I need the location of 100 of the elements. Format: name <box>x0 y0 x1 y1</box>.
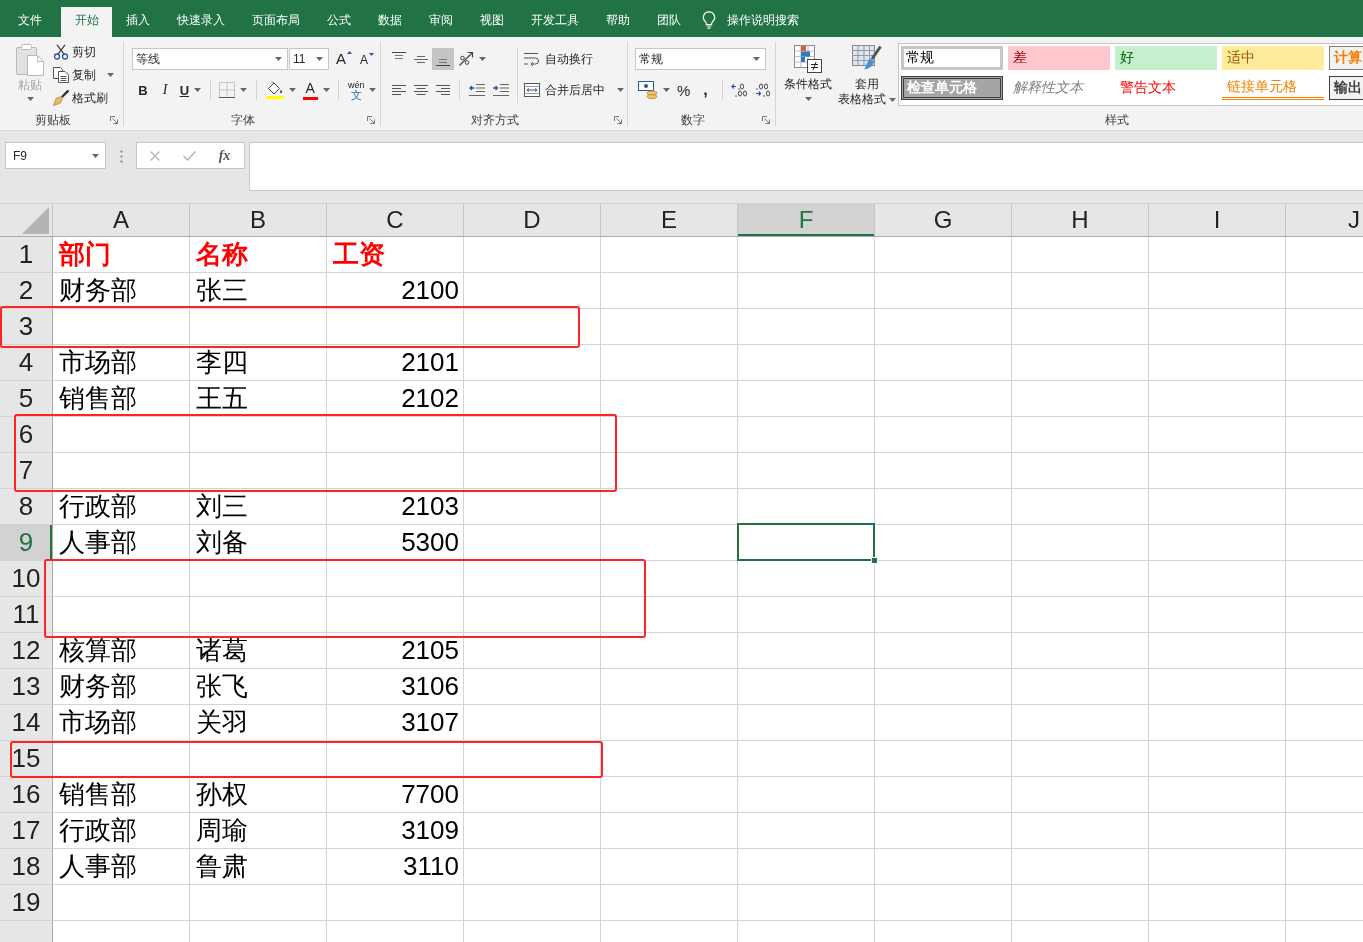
font-name-field[interactable]: 等线 <box>132 48 288 70</box>
spreadsheet-cell[interactable]: 7700 <box>327 777 464 813</box>
ribbon-tab[interactable]: 帮助 <box>592 7 643 37</box>
number-format-field[interactable]: 常规 <box>635 48 766 70</box>
ribbon-tab[interactable]: 数据 <box>364 7 415 37</box>
column-header[interactable]: C <box>327 204 464 236</box>
bottom-align-button[interactable] <box>432 48 454 70</box>
spreadsheet-cell[interactable]: 王五 <box>190 381 327 417</box>
spreadsheet-cell[interactable]: 2100 <box>327 273 464 309</box>
spreadsheet-cell[interactable]: 3107 <box>327 705 464 741</box>
row-header[interactable]: 5 <box>0 381 53 417</box>
row-header[interactable]: 15 <box>0 741 53 777</box>
ribbon-tab[interactable]: 插入 <box>112 7 163 37</box>
spreadsheet-cell[interactable]: 张三 <box>190 273 327 309</box>
column-header[interactable]: D <box>464 204 601 236</box>
merge-center-button[interactable]: 合并后居中 <box>521 79 627 101</box>
ribbon-tab[interactable]: 视图 <box>466 7 517 37</box>
cell-style-option[interactable]: 好 <box>1115 46 1217 70</box>
spreadsheet-cell[interactable]: 行政部 <box>53 489 190 525</box>
row-header[interactable]: 8 <box>0 489 53 525</box>
fill-handle[interactable] <box>871 557 878 564</box>
row-header[interactable]: 16 <box>0 777 53 813</box>
spreadsheet-cell[interactable]: 市场部 <box>53 705 190 741</box>
spreadsheet-cell[interactable]: 5300 <box>327 525 464 561</box>
spreadsheet-cell[interactable]: 刘备 <box>190 525 327 561</box>
grow-font-button[interactable]: A <box>334 49 354 69</box>
tell-me-search[interactable]: 操作说明搜索 <box>702 10 799 30</box>
format-as-table-button[interactable]: 套用 表格格式 <box>838 37 896 110</box>
spreadsheet-cell[interactable]: 部门 <box>53 237 190 273</box>
spreadsheet-cell[interactable]: 财务部 <box>53 273 190 309</box>
insert-function-button[interactable]: fx <box>207 143 242 168</box>
cut-button[interactable]: 剪切 <box>50 40 117 63</box>
row-header[interactable]: 14 <box>0 705 53 741</box>
spreadsheet-cell[interactable]: 鲁肃 <box>190 849 327 885</box>
comma-style-button[interactable]: , <box>694 79 717 101</box>
spreadsheet-cell[interactable]: 行政部 <box>53 813 190 849</box>
cell-style-option[interactable]: 差 <box>1008 46 1110 70</box>
font-color-button[interactable]: A <box>299 79 334 101</box>
spreadsheet-cell[interactable]: 核算部 <box>53 633 190 669</box>
spreadsheet-cell[interactable]: 2101 <box>327 345 464 381</box>
dialog-launcher-icon[interactable] <box>110 116 118 124</box>
font-size-field[interactable]: 11 <box>289 48 329 70</box>
row-header[interactable]: 13 <box>0 669 53 705</box>
bold-button[interactable]: B <box>132 79 154 101</box>
ribbon-tab[interactable]: 公式 <box>313 7 364 37</box>
spreadsheet-cell[interactable]: 销售部 <box>53 381 190 417</box>
row-header[interactable]: 19 <box>0 885 53 921</box>
italic-button[interactable]: I <box>154 79 176 101</box>
format-painter-button[interactable]: 格式刷 <box>50 86 117 109</box>
ribbon-tab[interactable]: 开始 <box>61 7 112 37</box>
spreadsheet-cell[interactable]: 销售部 <box>53 777 190 813</box>
ribbon-tab[interactable]: 开发工具 <box>517 7 592 37</box>
row-header[interactable]: 1 <box>0 237 53 273</box>
spreadsheet-cell[interactable]: 周瑜 <box>190 813 327 849</box>
spreadsheet-cell[interactable]: 李四 <box>190 345 327 381</box>
row-header[interactable]: 3 <box>0 309 53 345</box>
spreadsheet-cell[interactable]: 关羽 <box>190 705 327 741</box>
ribbon-tab[interactable]: 团队 <box>643 7 694 37</box>
ribbon-tab[interactable]: 审阅 <box>415 7 466 37</box>
spreadsheet-cell[interactable]: 3110 <box>327 849 464 885</box>
column-header[interactable]: G <box>875 204 1012 236</box>
conditional-formatting-button[interactable]: 条件格式 <box>780 37 836 110</box>
cell-reference-field[interactable]: F9 <box>5 142 106 169</box>
spreadsheet-cell[interactable]: 3109 <box>327 813 464 849</box>
column-header[interactable]: J <box>1286 204 1363 236</box>
column-header[interactable]: A <box>53 204 190 236</box>
row-header[interactable]: 2 <box>0 273 53 309</box>
dialog-launcher-icon[interactable] <box>367 116 375 124</box>
row-header[interactable]: 10 <box>0 561 53 597</box>
row-header[interactable]: 12 <box>0 633 53 669</box>
ribbon-tab[interactable]: 文件 <box>4 7 55 37</box>
spreadsheet-cell[interactable]: 财务部 <box>53 669 190 705</box>
row-header[interactable]: 7 <box>0 453 53 489</box>
wrap-text-button[interactable]: 自动换行 <box>521 48 627 70</box>
cell-style-option[interactable]: 常规 <box>901 46 1003 70</box>
dialog-launcher-icon[interactable] <box>762 116 770 124</box>
spreadsheet-cell[interactable]: 3106 <box>327 669 464 705</box>
spreadsheet-cell[interactable]: 市场部 <box>53 345 190 381</box>
spreadsheet-cell[interactable]: 2105 <box>327 633 464 669</box>
spreadsheet-cell[interactable]: 2102 <box>327 381 464 417</box>
spreadsheet-cell[interactable]: 工资 <box>327 237 464 273</box>
column-header[interactable]: B <box>190 204 327 236</box>
ribbon-tab[interactable]: 页面布局 <box>238 7 313 37</box>
row-header[interactable]: 9 <box>0 525 53 561</box>
row-header[interactable]: 11 <box>0 597 53 633</box>
spreadsheet-cell[interactable]: 人事部 <box>53 849 190 885</box>
underline-button[interactable]: U <box>176 79 205 101</box>
phonetic-guide-button[interactable]: wén 文 <box>344 79 380 101</box>
column-header[interactable]: I <box>1149 204 1286 236</box>
spreadsheet-cell[interactable]: 2103 <box>327 489 464 525</box>
row-header[interactable]: 18 <box>0 849 53 885</box>
accounting-format-button[interactable] <box>635 79 673 101</box>
cell-style-option[interactable]: 输出 <box>1329 76 1363 100</box>
spreadsheet-cell[interactable]: 刘三 <box>190 489 327 525</box>
spreadsheet-cell[interactable]: 孙权 <box>190 777 327 813</box>
shrink-font-button[interactable]: A <box>358 49 377 69</box>
spreadsheet-cell[interactable]: 张飞 <box>190 669 327 705</box>
spreadsheet-cell[interactable]: 人事部 <box>53 525 190 561</box>
column-header[interactable]: H <box>1012 204 1149 236</box>
column-header[interactable]: F <box>738 204 875 236</box>
